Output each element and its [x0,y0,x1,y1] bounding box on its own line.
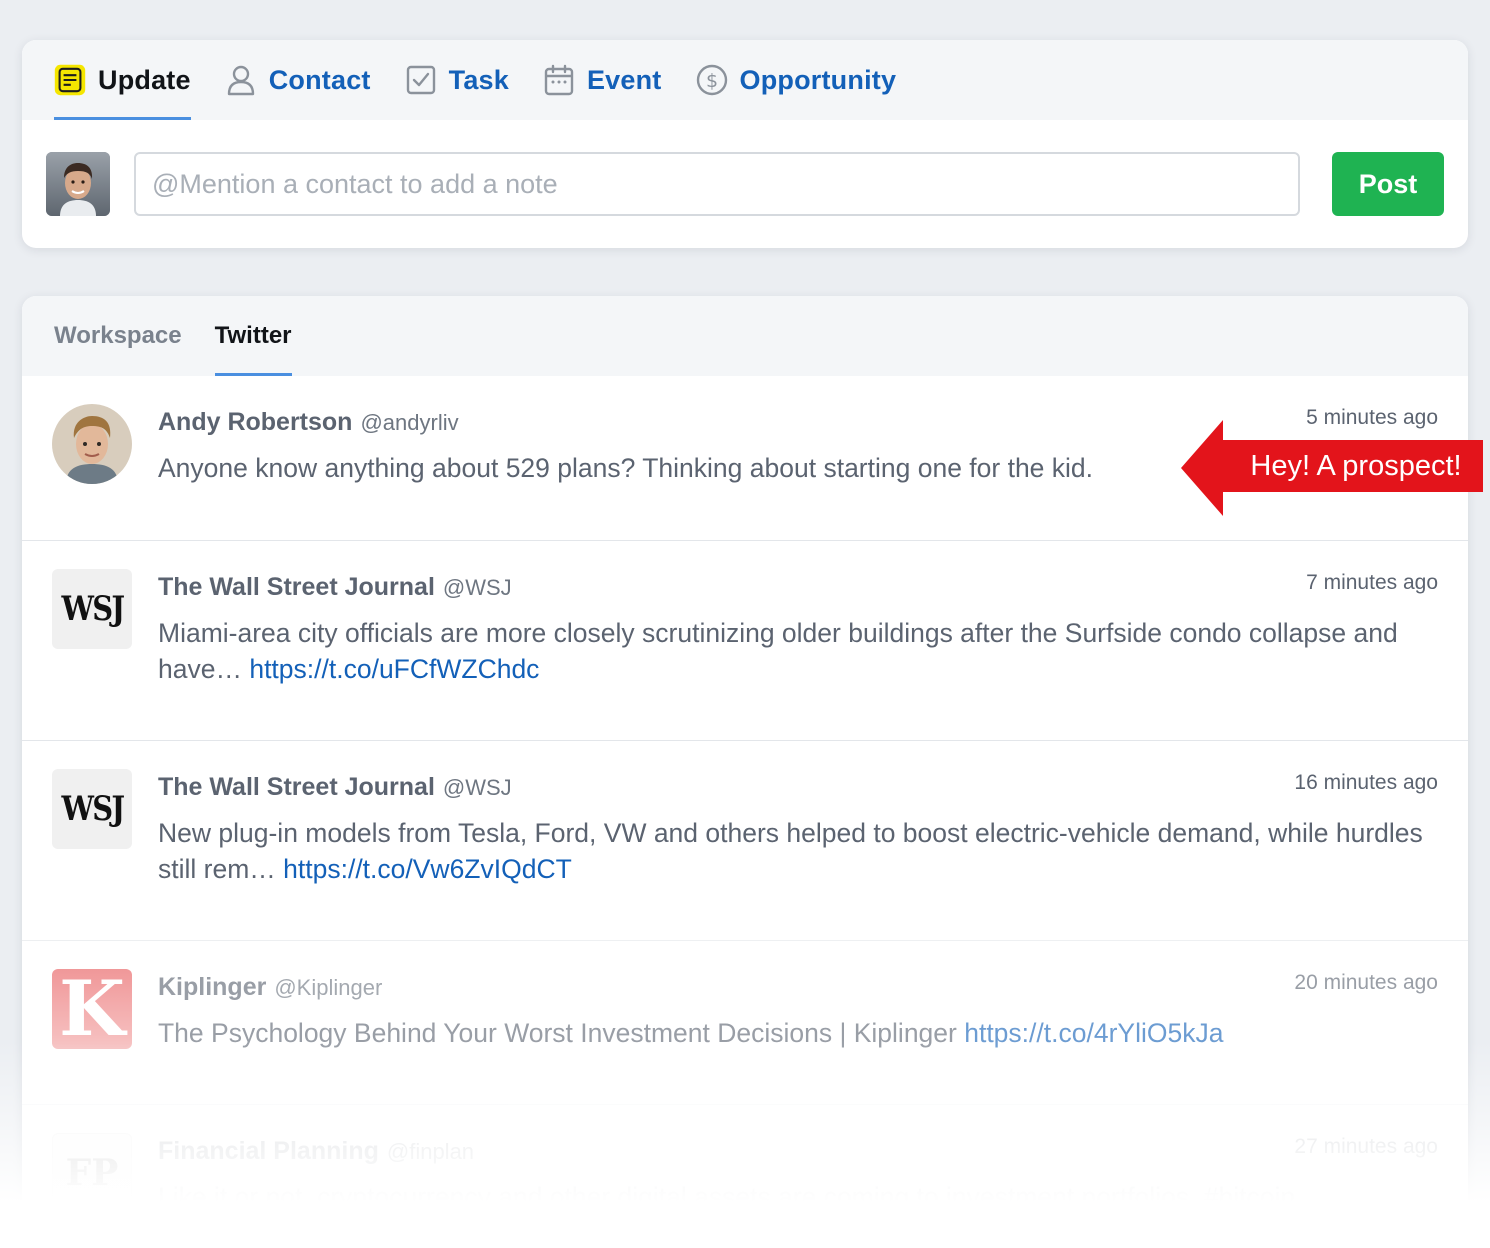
tweet-handle[interactable]: @WSJ [443,575,512,601]
tweet-author[interactable]: The Wall Street Journal [158,773,435,802]
tweet-header: The Wall Street Journal @WSJ [158,569,1438,607]
tweet-timestamp: 20 minutes ago [1294,971,1438,994]
tweet-body: The Psychology Behind Your Worst Investm… [158,1018,965,1048]
tab-opportunity[interactable]: $ Opportunity [696,40,897,120]
wsj-logo: WSJ [61,589,125,629]
tweet-avatar[interactable]: WSJ [52,569,132,649]
note-input[interactable] [134,152,1300,216]
composer-card: Update Contact Task Event $ Opportunity … [22,40,1468,248]
tweet-link[interactable]: https://t.co/4rYliO5kJa [964,1018,1223,1048]
tab-contact-label: Contact [268,64,371,95]
tweet-text: New plug-in models from Tesla, Ford, VW … [158,815,1438,887]
tweet-item: K Kiplinger @Kiplinger The Psychology Be… [22,940,1468,1104]
tab-event[interactable]: Event [543,40,662,120]
avatar [46,152,110,216]
composer-tabs: Update Contact Task Event $ Opportunity [22,40,1468,120]
tweet-author[interactable]: Financial Planning [158,1137,379,1166]
tweet-content: The Wall Street Journal @WSJ Miami-area … [158,569,1438,687]
tweet-author[interactable]: The Wall Street Journal [158,573,435,602]
calendar-icon [543,64,575,96]
tab-event-label: Event [586,64,662,95]
financial-planning-logo: FP [65,1152,119,1194]
svg-text:$: $ [705,70,717,92]
tweet-header: Financial Planning @finplan [158,1133,1438,1171]
tab-update[interactable]: Update [54,40,191,120]
tab-workspace[interactable]: Workspace [54,296,182,376]
tab-twitter[interactable]: Twitter [214,296,292,376]
checkbox-icon [405,64,437,96]
tweet-timestamp: 7 minutes ago [1306,571,1438,594]
wsj-logo: WSJ [61,789,125,829]
tab-contact[interactable]: Contact [225,40,371,120]
tweet-handle[interactable]: @Kiplinger [274,975,382,1001]
tweet-handle[interactable]: @andyrliv [360,410,458,436]
tab-update-label: Update [98,64,191,95]
tweet-link[interactable]: https://t.co/uFCfWZChdc [249,654,539,684]
tab-task[interactable]: Task [405,40,509,120]
tweet-avatar[interactable]: FP [52,1133,132,1213]
tweet-header: The Wall Street Journal @WSJ [158,769,1438,807]
tweet-text: Like it or not, cryptocurrency and other… [158,1179,1438,1215]
tab-task-label: Task [448,64,509,95]
callout-text: Hey! A prospect! [1250,450,1462,482]
prospect-callout: Hey! A prospect! [1181,420,1483,516]
note-icon [54,64,86,96]
tweet-item: WSJ The Wall Street Journal @WSJ New plu… [22,740,1468,940]
tweet-header: Kiplinger @Kiplinger [158,969,1438,1007]
tweet-timestamp: 16 minutes ago [1294,771,1438,794]
tweet-body: Anyone know anything about 529 plans? Th… [158,453,1094,483]
tweet-handle[interactable]: @WSJ [443,775,512,801]
tweet-content: Financial Planning @finplan Like it or n… [158,1133,1438,1215]
tweet-timestamp: 27 minutes ago [1294,1135,1438,1158]
tweet-author[interactable]: Kiplinger [158,973,266,1002]
tweet-item: WSJ The Wall Street Journal @WSJ Miami-a… [22,540,1468,740]
tweet-avatar[interactable] [52,404,132,484]
kiplinger-logo: K [58,969,126,1049]
tweet-content: The Wall Street Journal @WSJ New plug-in… [158,769,1438,887]
feed-tabs: Workspace Twitter [22,296,1468,376]
composer-body: Post [22,120,1468,248]
tweet-handle[interactable]: @finplan [387,1139,474,1165]
person-icon [225,64,257,96]
tweet-item: FP Financial Planning @finplan Like it o… [22,1104,1468,1248]
tweet-content: Kiplinger @Kiplinger The Psychology Behi… [158,969,1438,1051]
tweet-text: The Psychology Behind Your Worst Investm… [158,1015,1438,1051]
post-button[interactable]: Post [1332,152,1444,216]
tweet-link[interactable]: https://t.co/Vw6ZvIQdCT [283,854,572,884]
tweet-avatar[interactable]: WSJ [52,769,132,849]
tweet-body: Like it or not, cryptocurrency and other… [158,1182,1296,1212]
dollar-circle-icon: $ [696,64,728,96]
tweet-avatar[interactable]: K [52,969,132,1049]
tweet-author[interactable]: Andy Robertson [158,408,352,437]
tab-opportunity-label: Opportunity [739,64,897,95]
tweet-text: Miami-area city officials are more close… [158,615,1438,687]
